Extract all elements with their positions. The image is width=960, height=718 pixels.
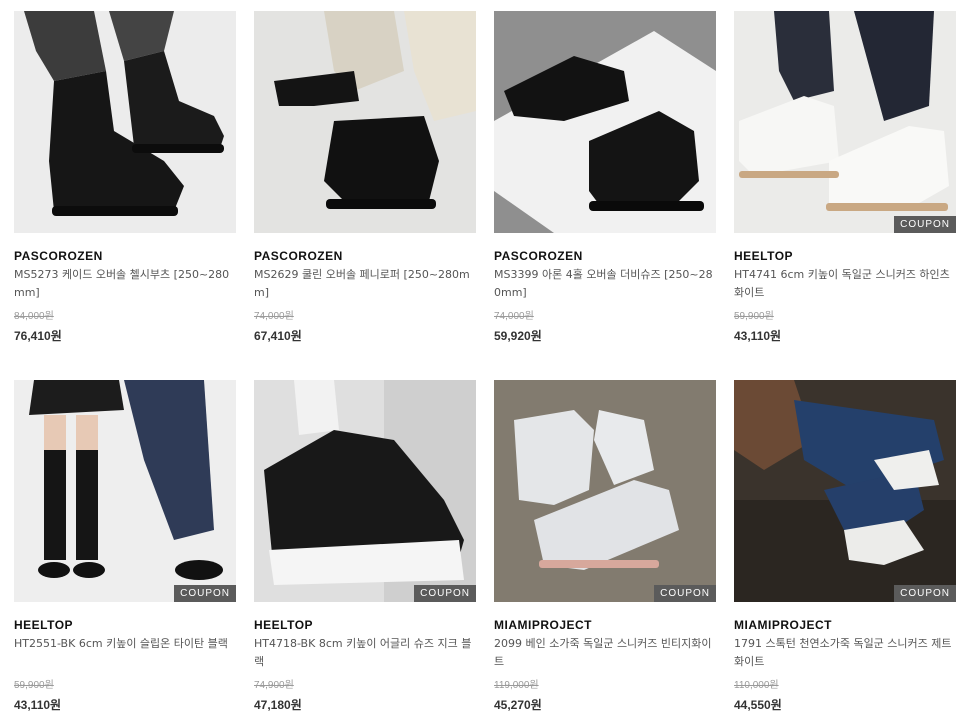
original-price: 110,000원: [734, 680, 779, 691]
product-name[interactable]: MS5273 케이드 오버솔 첼시부츠 [250~280mm]: [14, 266, 236, 302]
product-image[interactable]: [14, 11, 236, 233]
sale-price: 44,550원: [734, 698, 782, 712]
product-name[interactable]: HT4741 6cm 키높이 독일군 스니커즈 하인츠 화이트: [734, 266, 956, 302]
product-image[interactable]: COUPON: [14, 380, 236, 602]
product-name[interactable]: 1791 스톡턴 천연소가죽 독일군 스니커즈 제트화이트: [734, 635, 956, 671]
sale-price: 43,110원: [14, 698, 62, 712]
product-card[interactable]: COUPON MIAMIPROJECT 1791 스톡턴 천연소가죽 독일군 스…: [734, 380, 956, 712]
coupon-badge: COUPON: [414, 585, 476, 602]
product-name[interactable]: MS2629 쿨린 오버솔 페니로퍼 [250~280mm]: [254, 266, 476, 302]
product-card[interactable]: COUPON HEELTOP HT4741 6cm 키높이 독일군 스니커즈 하…: [734, 11, 956, 343]
product-image[interactable]: COUPON: [734, 11, 956, 233]
sale-price: 43,110원: [734, 329, 782, 343]
original-price: 74,900원: [254, 680, 294, 691]
original-price: 74,000원: [254, 311, 294, 322]
product-card[interactable]: COUPON HEELTOP HT4718-BK 8cm 키높이 어글리 슈즈 …: [254, 380, 476, 712]
product-card[interactable]: COUPON HEELTOP HT2551-BK 6cm 키높이 슬립온 타이탄…: [14, 380, 236, 712]
sale-price: 67,410원: [254, 329, 302, 343]
product-image[interactable]: [494, 11, 716, 233]
product-card[interactable]: COUPON MIAMIPROJECT 2099 베인 소가죽 독일군 스니커즈…: [494, 380, 716, 712]
product-card[interactable]: PASCOROZEN MS5273 케이드 오버솔 첼시부츠 [250~280m…: [14, 11, 236, 343]
sale-price: 59,920원: [494, 329, 542, 343]
brand-name[interactable]: PASCOROZEN: [254, 249, 476, 263]
product-image[interactable]: COUPON: [734, 380, 956, 602]
original-price: 119,000원: [494, 680, 539, 691]
brand-name[interactable]: MIAMIPROJECT: [734, 618, 956, 632]
brand-name[interactable]: HEELTOP: [14, 618, 236, 632]
coupon-badge: COUPON: [894, 585, 956, 602]
brand-name[interactable]: HEELTOP: [734, 249, 956, 263]
original-price: 59,900원: [734, 311, 774, 322]
brand-name[interactable]: MIAMIPROJECT: [494, 618, 716, 632]
product-image[interactable]: [254, 11, 476, 233]
coupon-badge: COUPON: [654, 585, 716, 602]
brand-name[interactable]: PASCOROZEN: [494, 249, 716, 263]
product-image[interactable]: COUPON: [254, 380, 476, 602]
coupon-badge: COUPON: [894, 216, 956, 233]
product-card[interactable]: PASCOROZEN MS2629 쿨린 오버솔 페니로퍼 [250~280mm…: [254, 11, 476, 343]
product-card[interactable]: PASCOROZEN MS3399 아론 4홀 오버솔 더비슈즈 [250~28…: [494, 11, 716, 343]
brand-name[interactable]: HEELTOP: [254, 618, 476, 632]
original-price: 74,000원: [494, 311, 534, 322]
product-image[interactable]: COUPON: [494, 380, 716, 602]
original-price: 84,000원: [14, 311, 54, 322]
coupon-badge: COUPON: [174, 585, 236, 602]
product-name[interactable]: 2099 베인 소가죽 독일군 스니커즈 빈티지화이트: [494, 635, 716, 671]
product-name[interactable]: HT4718-BK 8cm 키높이 어글리 슈즈 지크 블랙: [254, 635, 476, 671]
product-name[interactable]: HT2551-BK 6cm 키높이 슬립온 타이탄 블랙: [14, 635, 236, 671]
original-price: 59,900원: [14, 680, 54, 691]
product-name[interactable]: MS3399 아론 4홀 오버솔 더비슈즈 [250~280mm]: [494, 266, 716, 302]
brand-name[interactable]: PASCOROZEN: [14, 249, 236, 263]
sale-price: 47,180원: [254, 698, 302, 712]
sale-price: 45,270원: [494, 698, 542, 712]
sale-price: 76,410원: [14, 329, 62, 343]
